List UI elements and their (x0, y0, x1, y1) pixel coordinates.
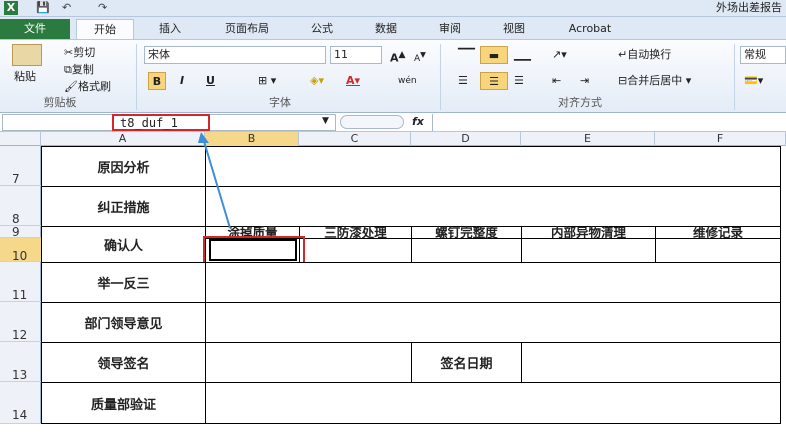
arrow-line (202, 137, 231, 229)
arrow-head (198, 132, 209, 143)
annotation-arrow (198, 132, 231, 229)
